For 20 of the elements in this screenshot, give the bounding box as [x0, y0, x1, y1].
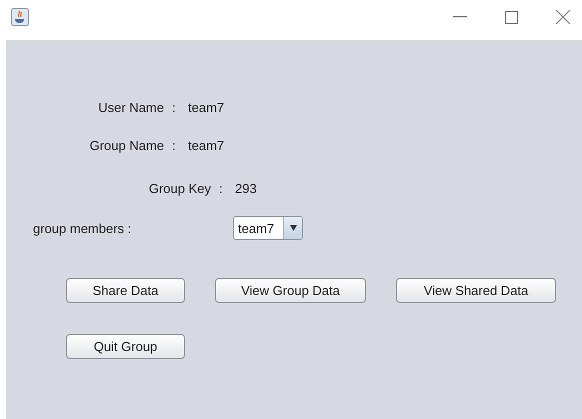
field-label: Group Name: [88, 138, 164, 152]
colon-separator: :: [172, 100, 177, 114]
maximize-icon[interactable]: [505, 10, 518, 24]
field-value: team7: [188, 100, 224, 114]
field-value: team7: [188, 138, 224, 152]
field-value: 293: [235, 180, 257, 196]
colon-separator: :: [219, 180, 224, 196]
minimize-icon[interactable]: [453, 16, 467, 18]
app-icon: [11, 8, 29, 26]
members-dropdown[interactable]: team7: [233, 216, 303, 240]
colon-separator: :: [172, 138, 177, 152]
quit-group-button[interactable]: Quit Group: [66, 334, 185, 359]
close-icon[interactable]: [556, 10, 570, 24]
action-button[interactable]: View Shared Data: [396, 278, 556, 303]
field-label: User Name: [97, 100, 164, 114]
field-label: Group Key: [148, 180, 211, 196]
dropdown-arrow-icon: [290, 225, 296, 231]
action-button[interactable]: Share Data: [66, 278, 185, 303]
members-label: group members :: [33, 220, 132, 236]
action-button[interactable]: View Group Data: [215, 278, 366, 303]
